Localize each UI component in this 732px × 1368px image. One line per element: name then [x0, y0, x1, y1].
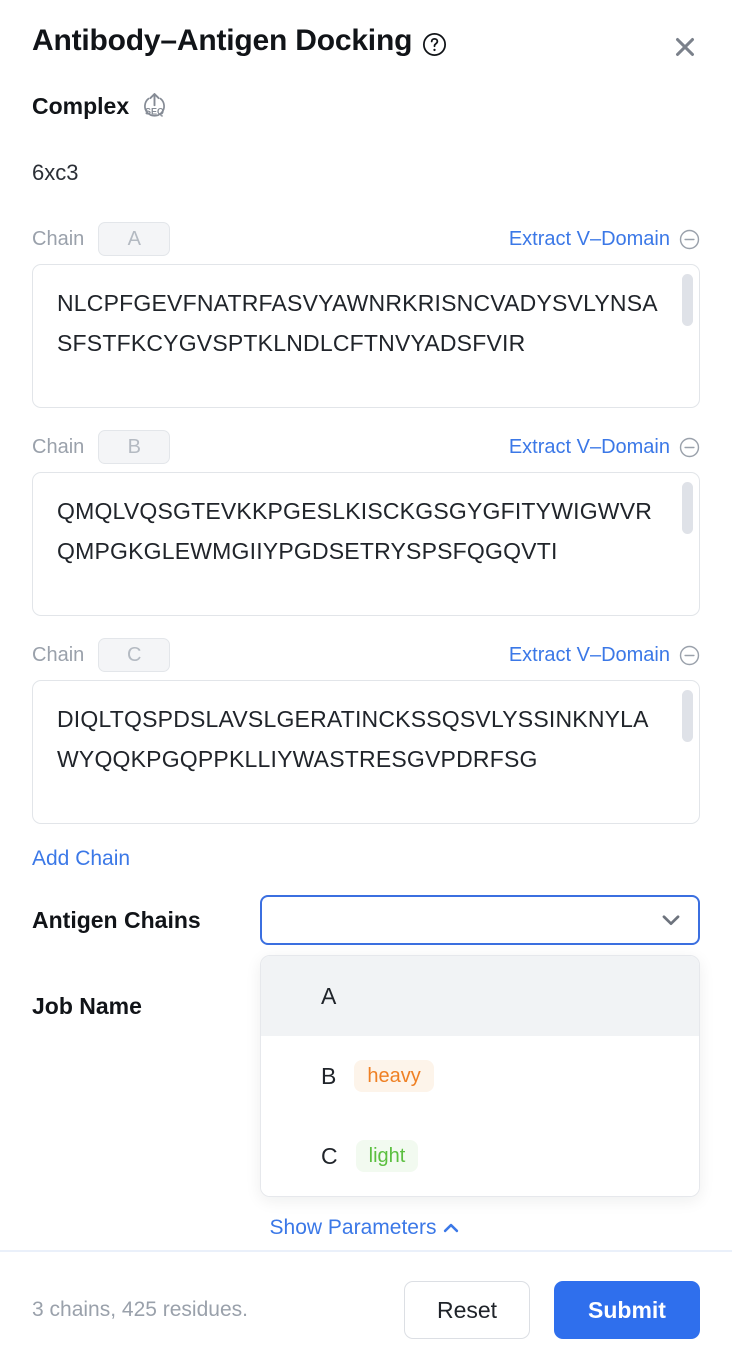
chain-block-a: Chain A Extract V–Domain NLCPFGEVFNATRFA…: [32, 222, 700, 408]
dialog-footer: 3 chains, 425 residues. Reset Submit: [0, 1252, 732, 1368]
job-name-row: Job Name: [32, 993, 142, 1020]
sequence-box-c[interactable]: DIQLTQSPDSLAVSLGERATINCKSSQSVLYSSINKNYLA…: [32, 680, 700, 824]
chevron-up-icon: [440, 1217, 462, 1239]
dialog-header: Antibody–Antigen Docking: [0, 0, 732, 82]
chain-label-c: Chain: [32, 643, 85, 666]
sequence-scrollbar-a[interactable]: [682, 274, 693, 326]
sequence-text-c: DIQLTQSPDSLAVSLGERATINCKSSQSVLYSSINKNYLA…: [57, 706, 649, 772]
antigen-chains-dropdown: A B heavy C light: [260, 955, 700, 1197]
antigen-chains-row: Antigen Chains: [32, 895, 700, 945]
chain-id-chip-c[interactable]: C: [98, 638, 171, 672]
extract-v-domain-link-c[interactable]: Extract V–Domain: [509, 644, 670, 667]
dropdown-option-letter: B: [321, 1062, 337, 1089]
chain-type-badge-light: light: [355, 1140, 419, 1172]
add-chain-link[interactable]: Add Chain: [32, 847, 130, 871]
chain-header-c: Chain C Extract V–Domain: [32, 638, 700, 672]
chain-block-b: Chain B Extract V–Domain QMQLVQSGTEVKKPG…: [32, 430, 700, 616]
chain-id-chip-b[interactable]: B: [98, 430, 171, 464]
antigen-chains-label: Antigen Chains: [32, 906, 201, 933]
submit-button[interactable]: Submit: [554, 1281, 700, 1339]
sequence-box-b[interactable]: QMQLVQSGTEVKKPGESLKISCKGSGYGFITYWIGWVRQM…: [32, 472, 700, 616]
residue-summary: 3 chains, 425 residues.: [32, 1298, 248, 1321]
chain-header-a: Chain A Extract V–Domain: [32, 222, 700, 256]
antibody-antigen-docking-panel: Antibody–Antigen Docking Complex SEQ 6xc…: [0, 0, 732, 1368]
chain-actions-b: Extract V–Domain: [509, 436, 700, 459]
job-name-label: Job Name: [32, 993, 142, 1019]
dropdown-option-letter: C: [321, 1142, 338, 1169]
complex-id: 6xc3: [32, 160, 79, 185]
dropdown-option-b[interactable]: B heavy: [261, 1036, 699, 1116]
chain-label-b: Chain: [32, 435, 85, 458]
minus-circle-icon[interactable]: [679, 437, 700, 458]
reset-button[interactable]: Reset: [404, 1281, 530, 1339]
show-parameters-toggle[interactable]: Show Parameters: [0, 1216, 732, 1240]
sequence-scrollbar-c[interactable]: [682, 690, 693, 742]
question-circle-icon[interactable]: [422, 32, 447, 57]
chain-actions-a: Extract V–Domain: [509, 228, 700, 251]
sequence-text-a: NLCPFGEVFNATRFASVYAWNRKRISNCVADYSVLYNSAS…: [57, 290, 658, 356]
chain-block-c: Chain C Extract V–Domain DIQLTQSPDSLAVSL…: [32, 638, 700, 824]
chevron-down-icon[interactable]: [658, 907, 684, 933]
dropdown-option-letter: A: [321, 982, 337, 1009]
extract-v-domain-link-b[interactable]: Extract V–Domain: [509, 436, 670, 459]
show-parameters-label: Show Parameters: [269, 1216, 437, 1239]
complex-label: Complex: [32, 93, 130, 119]
minus-circle-icon[interactable]: [679, 645, 700, 666]
chain-type-badge-heavy: heavy: [354, 1060, 434, 1092]
footer-actions: Reset Submit: [404, 1281, 700, 1339]
page-title: Antibody–Antigen Docking: [32, 24, 413, 57]
sequence-box-a[interactable]: NLCPFGEVFNATRFASVYAWNRKRISNCVADYSVLYNSAS…: [32, 264, 700, 408]
upload-seq-icon[interactable]: SEQ: [141, 92, 168, 121]
chain-id-chip-a[interactable]: A: [98, 222, 171, 256]
dropdown-option-c[interactable]: C light: [261, 1116, 699, 1196]
chain-header-b: Chain B Extract V–Domain: [32, 430, 700, 464]
chain-label-a: Chain: [32, 227, 85, 250]
dropdown-option-a[interactable]: A: [261, 956, 699, 1036]
extract-v-domain-link-a[interactable]: Extract V–Domain: [509, 228, 670, 251]
sequence-text-b: QMQLVQSGTEVKKPGESLKISCKGSGYGFITYWIGWVRQM…: [57, 498, 653, 564]
minus-circle-icon[interactable]: [679, 229, 700, 250]
sequence-scrollbar-b[interactable]: [682, 482, 693, 534]
antigen-chains-select[interactable]: [260, 895, 700, 945]
close-icon: [676, 38, 694, 56]
svg-text:SEQ: SEQ: [145, 107, 164, 117]
chain-actions-c: Extract V–Domain: [509, 644, 700, 667]
complex-row: Complex SEQ: [32, 92, 168, 121]
close-button[interactable]: [666, 28, 704, 66]
